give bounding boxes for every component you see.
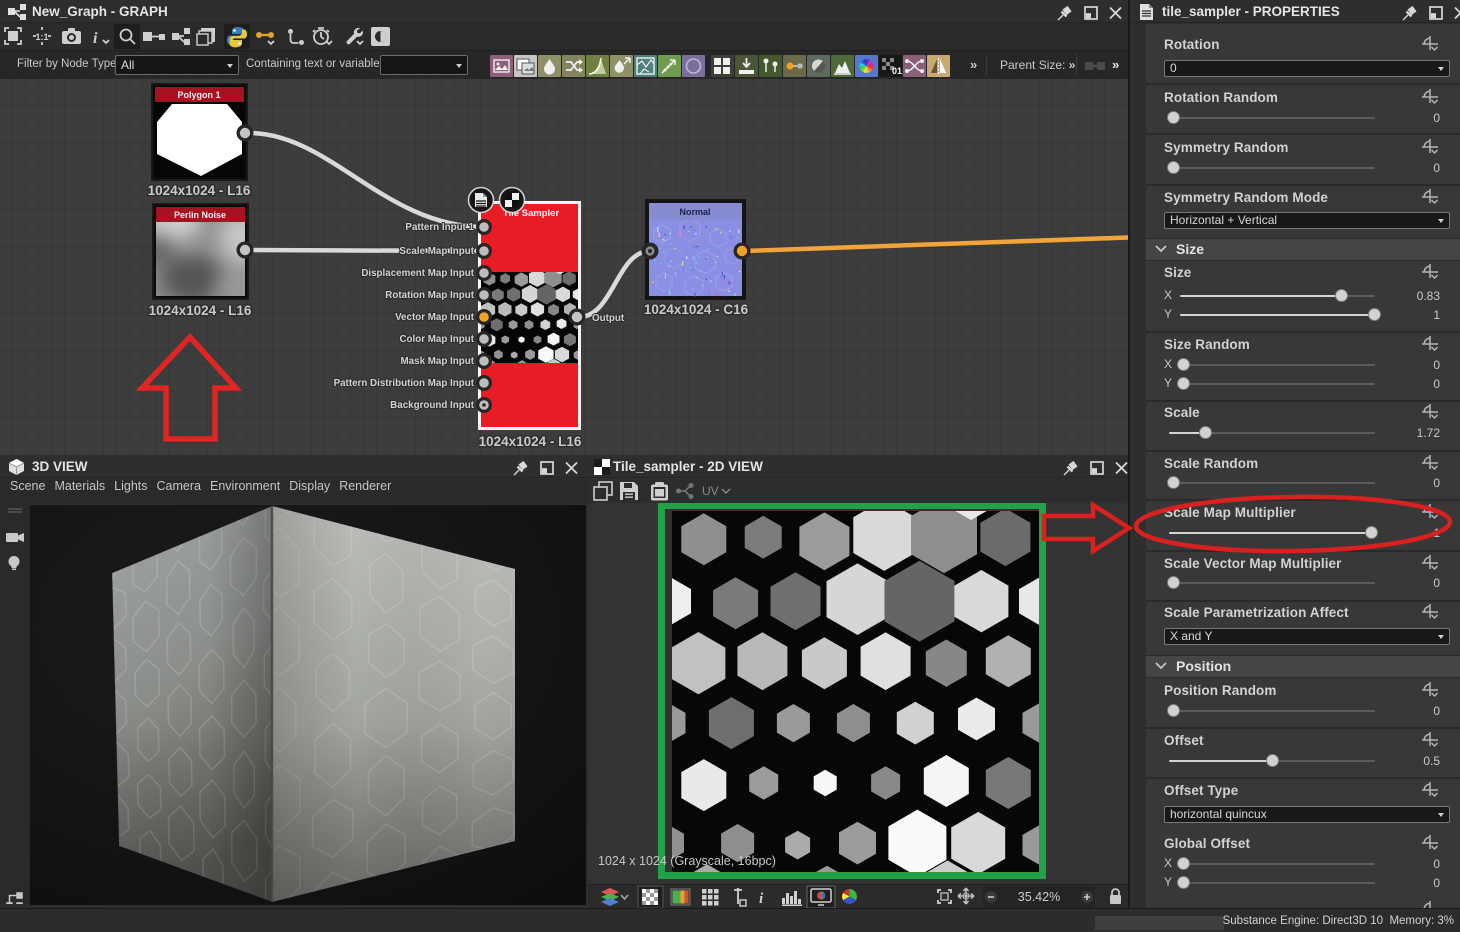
svg-text:i: i: [93, 30, 98, 47]
svg-text:1024x1024 - L16: 1024x1024 - L16: [148, 183, 251, 198]
svg-text:35.42%: 35.42%: [1018, 890, 1060, 904]
svg-text:Color Map Input: Color Map Input: [399, 334, 474, 345]
svg-text:Rotation Map Input: Rotation Map Input: [385, 290, 474, 301]
svg-text:Pattern Distribution Map Input: Pattern Distribution Map Input: [334, 378, 475, 389]
svg-text:Background Input: Background Input: [390, 400, 475, 411]
svg-text:Displacement Map Input: Displacement Map Input: [361, 268, 474, 279]
svg-text:Pattern Input 1: Pattern Input 1: [405, 222, 474, 233]
svg-text:1024 x 1024 (Grayscale, 16bpc): 1024 x 1024 (Grayscale, 16bpc): [598, 854, 776, 868]
svg-text:1024x1024 - C16: 1024x1024 - C16: [644, 302, 749, 317]
svg-text:1024x1024 - L16: 1024x1024 - L16: [149, 303, 252, 318]
svg-text:Scale Map Input: Scale Map Input: [399, 246, 474, 257]
svg-text:i: i: [759, 891, 764, 907]
svg-text:Output: Output: [592, 313, 625, 324]
svg-text:Mask Map Input: Mask Map Input: [401, 356, 475, 367]
svg-text:1:1: 1:1: [35, 32, 48, 42]
svg-text:1024x1024 - L16: 1024x1024 - L16: [479, 434, 582, 449]
svg-text:Vector Map Input: Vector Map Input: [395, 312, 475, 323]
svg-text:Polygon 1: Polygon 1: [177, 90, 220, 100]
svg-text:Perlin Noise: Perlin Noise: [174, 210, 226, 220]
svg-text:UV: UV: [702, 484, 719, 498]
svg-text:01: 01: [892, 66, 902, 76]
svg-text:Normal: Normal: [679, 207, 710, 217]
